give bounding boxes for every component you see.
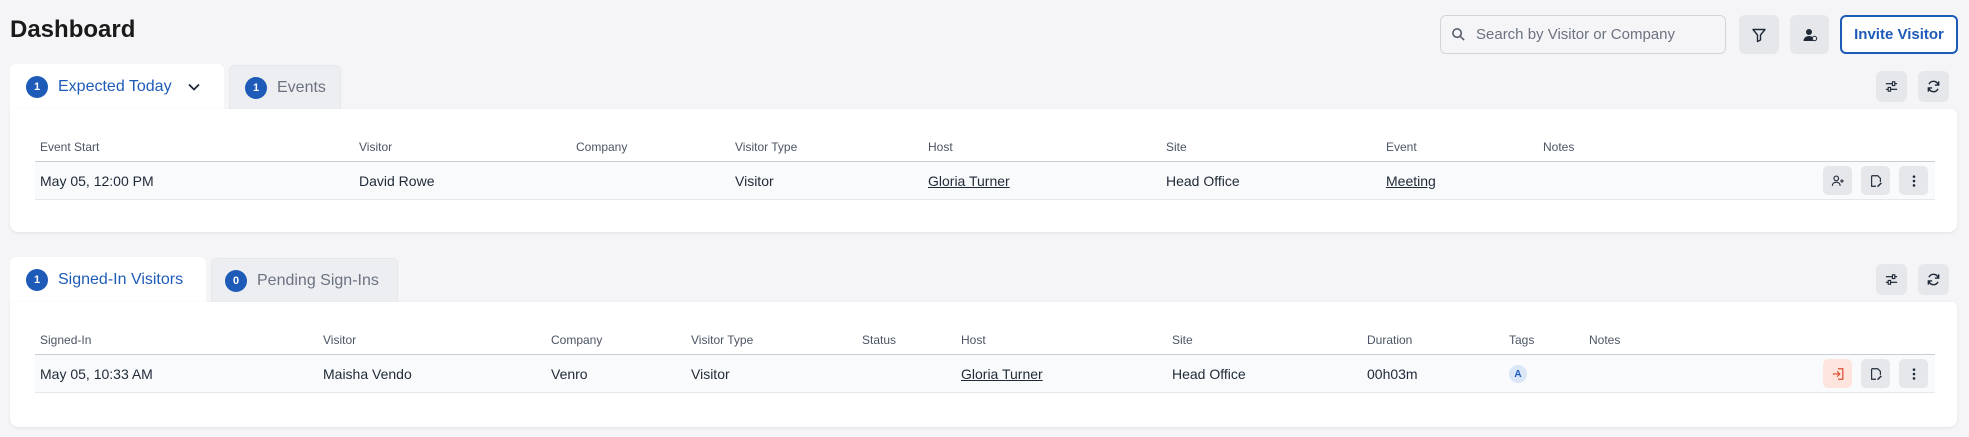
tab-expected-today[interactable]: 1 Expected Today xyxy=(10,64,224,109)
page-title: Dashboard xyxy=(10,16,136,43)
column-header: Site xyxy=(1172,333,1193,347)
visitor-type-cell: Visitor xyxy=(691,366,730,382)
column-header: Company xyxy=(551,333,603,347)
person-icon xyxy=(1803,28,1817,41)
person-settings-button[interactable] xyxy=(1790,15,1829,54)
sign-in-visitor-button[interactable] xyxy=(1823,166,1852,195)
visitor-cell: David Rowe xyxy=(359,173,435,189)
count-badge: 1 xyxy=(245,76,267,99)
column-header: Notes xyxy=(1589,333,1621,347)
host-link[interactable]: Gloria Turner xyxy=(961,366,1043,382)
more-vertical-icon xyxy=(1912,367,1915,380)
duration-cell: 00h03m xyxy=(1367,366,1418,382)
tag-badge: A xyxy=(1509,365,1527,383)
signed-in-visitors-panel: Signed-In Visitor Company Visitor Type S… xyxy=(10,302,1957,427)
search-box[interactable] xyxy=(1440,15,1726,54)
add-person-icon xyxy=(1831,175,1844,186)
tab-label: Events xyxy=(277,78,326,96)
refresh-icon xyxy=(1927,80,1940,93)
host-link[interactable]: Gloria Turner xyxy=(928,173,1010,189)
column-header: Notes xyxy=(1543,140,1575,154)
column-settings-button[interactable] xyxy=(1876,264,1907,295)
site-cell: Head Office xyxy=(1166,173,1240,189)
filter-button[interactable] xyxy=(1739,15,1779,54)
column-header: Host xyxy=(961,333,986,347)
count-badge: 1 xyxy=(26,75,48,98)
table-header: Signed-In Visitor Company Visitor Type S… xyxy=(35,324,1935,355)
more-vertical-icon xyxy=(1912,174,1915,187)
refresh-icon xyxy=(1927,273,1940,286)
more-options-button[interactable] xyxy=(1899,166,1928,195)
column-header: Visitor xyxy=(359,140,393,154)
column-header: Visitor Type xyxy=(691,333,754,347)
column-header: Status xyxy=(862,333,897,347)
table-header: Event Start Visitor Company Visitor Type… xyxy=(35,131,1935,162)
column-header: Visitor Type xyxy=(735,140,798,154)
edit-note-button[interactable] xyxy=(1861,166,1890,195)
event-link[interactable]: Meeting xyxy=(1386,173,1436,189)
site-cell: Head Office xyxy=(1172,366,1246,382)
column-header: Host xyxy=(928,140,953,154)
refresh-button[interactable] xyxy=(1918,264,1949,295)
note-edit-icon xyxy=(1870,174,1882,187)
company-cell: Venro xyxy=(551,366,588,382)
expected-today-panel: Event Start Visitor Company Visitor Type… xyxy=(10,109,1957,232)
column-header: Visitor xyxy=(323,333,357,347)
sliders-icon xyxy=(1885,274,1898,285)
visitor-type-cell: Visitor xyxy=(735,173,774,189)
count-badge: 0 xyxy=(225,269,247,292)
sliders-icon xyxy=(1885,81,1898,92)
count-badge: 1 xyxy=(26,268,48,291)
column-header: Company xyxy=(576,140,628,154)
search-input[interactable] xyxy=(1476,26,1706,43)
sign-out-button[interactable] xyxy=(1823,359,1852,388)
table-row[interactable]: May 05, 10:33 AM Maisha Vendo Venro Visi… xyxy=(35,355,1935,393)
more-options-button[interactable] xyxy=(1899,359,1928,388)
column-header: Event xyxy=(1386,140,1417,154)
sign-out-icon xyxy=(1832,367,1843,380)
refresh-button[interactable] xyxy=(1918,71,1949,102)
note-edit-icon xyxy=(1870,367,1882,380)
search-icon xyxy=(1452,28,1465,41)
tab-signed-in-visitors[interactable]: 1 Signed-In Visitors xyxy=(10,257,206,302)
column-header: Duration xyxy=(1367,333,1413,347)
column-header: Event Start xyxy=(40,140,100,154)
table-row[interactable]: May 05, 12:00 PM David Rowe Visitor Glor… xyxy=(35,162,1935,200)
edit-note-button[interactable] xyxy=(1861,359,1890,388)
tab-pending-sign-ins[interactable]: 0 Pending Sign-Ins xyxy=(211,258,398,302)
column-header: Signed-In xyxy=(40,333,92,347)
invite-visitor-button[interactable]: Invite Visitor xyxy=(1840,15,1958,54)
visitor-cell: Maisha Vendo xyxy=(323,366,412,382)
column-header: Site xyxy=(1166,140,1187,154)
signed-in-time-cell: May 05, 10:33 AM xyxy=(40,366,153,382)
tab-label: Signed-In Visitors xyxy=(58,270,184,288)
tab-label: Expected Today xyxy=(58,77,172,95)
event-start-cell: May 05, 12:00 PM xyxy=(40,173,154,189)
filter-icon xyxy=(1752,28,1766,42)
column-header: Tags xyxy=(1509,333,1535,347)
tab-label: Pending Sign-Ins xyxy=(257,271,379,289)
column-settings-button[interactable] xyxy=(1876,71,1907,102)
chevron-down-icon[interactable] xyxy=(186,79,202,95)
tab-events[interactable]: 1 Events xyxy=(229,65,341,109)
